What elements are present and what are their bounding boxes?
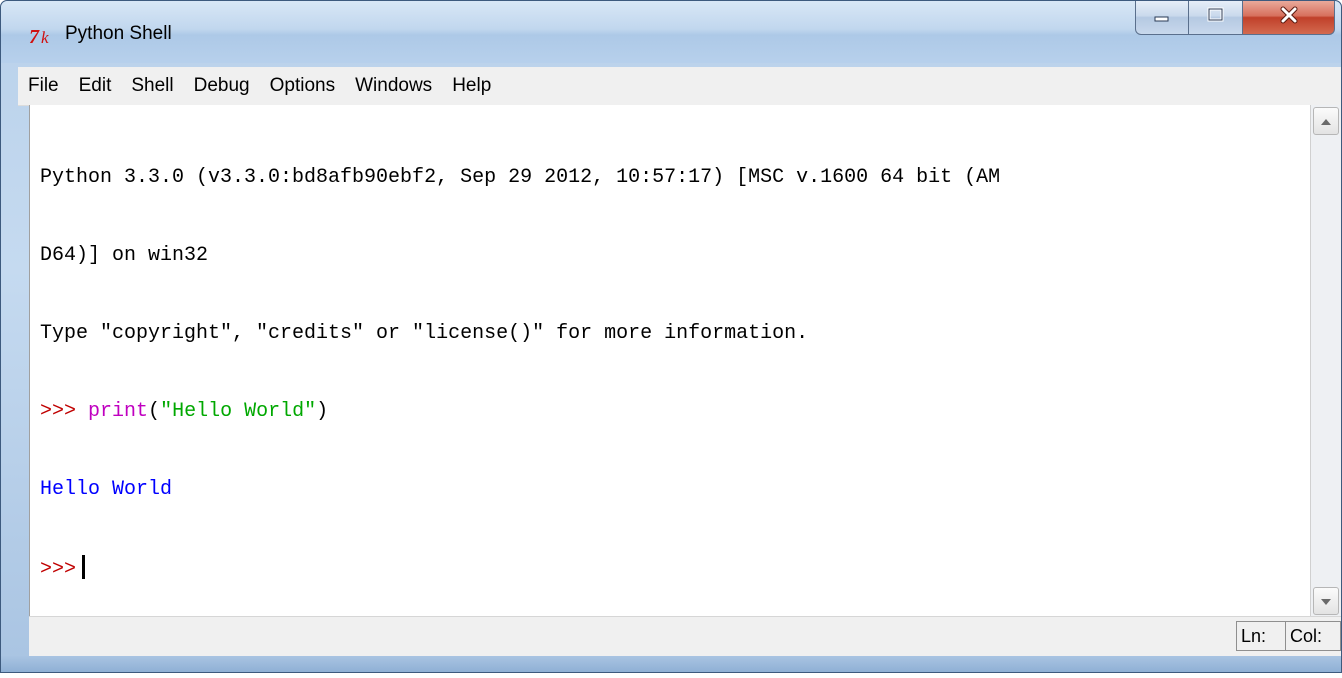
menu-debug[interactable]: Debug [184, 75, 260, 97]
title-bar[interactable]: 7 k Python Shell [1, 1, 1341, 63]
shell-prompt: >>> [40, 400, 77, 423]
tk-feather-icon: 7 k [29, 25, 59, 48]
maximize-button[interactable] [1189, 1, 1243, 35]
caption-buttons [1135, 1, 1335, 35]
code-string: "Hello World" [160, 400, 317, 423]
scroll-up-button[interactable] [1313, 107, 1339, 135]
python-shell-window: 7 k Python Shell File Edit Shell Debug O… [0, 0, 1342, 674]
shell-text-area[interactable]: Python 3.3.0 (v3.3.0:bd8afb90ebf2, Sep 2… [29, 105, 1311, 617]
status-line-number: Ln: 5 [1236, 621, 1286, 674]
output-line: Hello World [40, 478, 173, 501]
menu-options[interactable]: Options [260, 75, 345, 97]
arrow-down-icon [1321, 594, 1331, 608]
menu-shell[interactable]: Shell [121, 75, 183, 97]
code-keyword: print [88, 400, 149, 423]
input-line: >>> print("Hello World") [40, 399, 1311, 425]
status-column-number: Col: 4 [1285, 621, 1341, 674]
code-paren: ) [316, 400, 329, 423]
window-bottom-frame [1, 656, 1341, 672]
banner-info-line: Type "copyright", "credits" or "license(… [40, 322, 809, 345]
menu-windows[interactable]: Windows [345, 75, 442, 97]
close-icon [1279, 6, 1299, 29]
svg-text:7: 7 [29, 26, 40, 47]
banner-line: Python 3.3.0 (v3.3.0:bd8afb90ebf2, Sep 2… [40, 166, 1001, 189]
menu-help[interactable]: Help [442, 75, 501, 97]
menu-edit[interactable]: Edit [69, 75, 122, 97]
maximize-icon [1207, 7, 1225, 28]
menu-bar: File Edit Shell Debug Options Windows He… [18, 67, 1341, 106]
minimize-button[interactable] [1135, 1, 1189, 35]
status-bar: Ln: 5 Col: 4 [29, 616, 1341, 674]
shell-prompt: >>> [40, 558, 77, 581]
menu-file[interactable]: File [18, 75, 69, 97]
window-title: Python Shell [65, 23, 172, 44]
vertical-scrollbar[interactable] [1310, 105, 1341, 617]
scroll-down-button[interactable] [1313, 587, 1339, 615]
svg-text:k: k [41, 28, 49, 47]
code-paren: ( [148, 400, 161, 423]
arrow-up-icon [1321, 114, 1331, 128]
close-button[interactable] [1243, 1, 1335, 35]
text-caret [82, 555, 86, 579]
current-input-line[interactable]: >>> [40, 555, 1311, 581]
minimize-icon [1153, 9, 1171, 27]
banner-line: D64)] on win32 [40, 244, 209, 267]
